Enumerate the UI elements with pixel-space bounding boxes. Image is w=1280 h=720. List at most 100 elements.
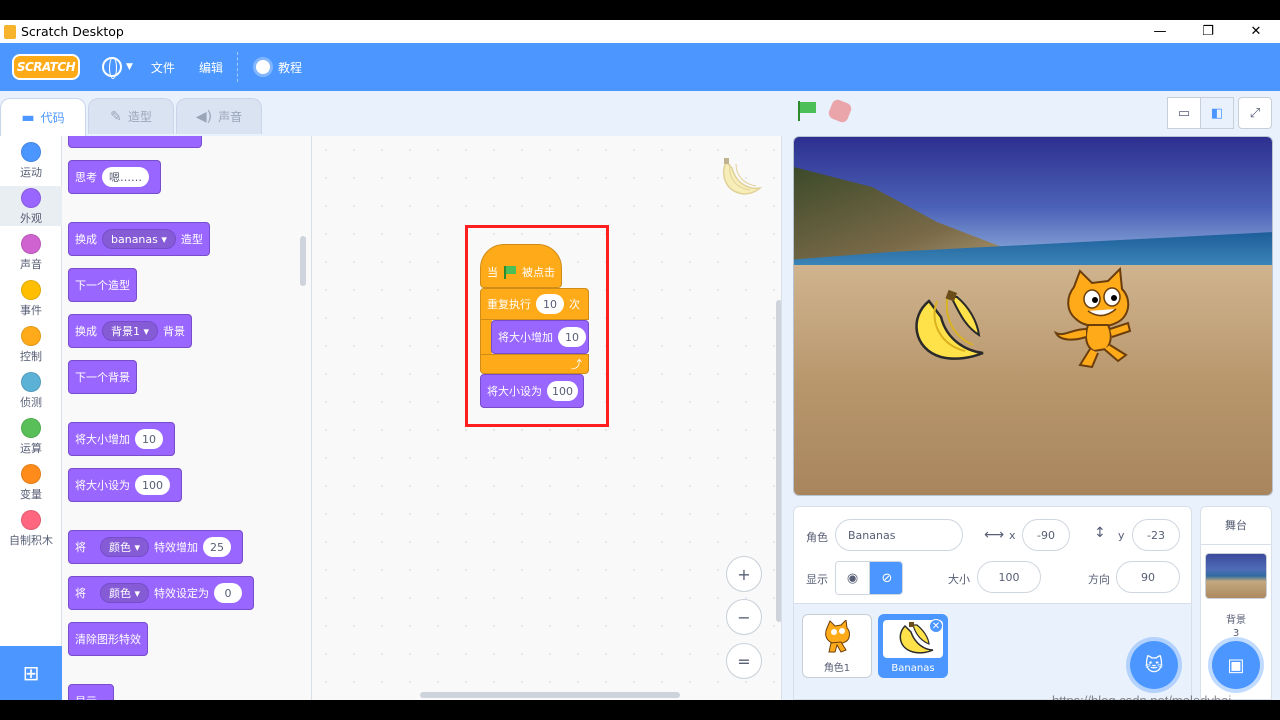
palette-block-next-backdrop[interactable]: 下一个背景 [68,360,137,394]
category-label: 侦测 [20,396,42,409]
zoom-in-button[interactable]: + [726,556,762,592]
banana-sprite[interactable] [907,287,987,367]
zoom-out-button[interactable]: − [726,599,762,635]
category-operators[interactable]: 运算 [0,418,62,456]
when-flag-clicked-block[interactable]: 当 被点击 [480,244,562,288]
palette-block-switch-costume[interactable]: 换成 bananas ▾ 造型 [68,222,210,256]
sprite-tile-bananas[interactable]: Bananas ✕ [878,614,948,678]
y-input[interactable]: -23 [1132,519,1180,551]
category-sensing[interactable]: 侦测 [0,372,62,410]
stage[interactable] [793,136,1273,496]
direction-input[interactable]: 90 [1116,561,1180,593]
set-effect-input[interactable]: 0 [214,583,243,603]
lightbulb-icon [255,60,270,74]
palette-scrollbar[interactable] [300,236,306,286]
green-flag-button[interactable] [796,100,818,122]
category-sound[interactable]: 声音 [0,234,62,272]
delete-sprite-button[interactable]: ✕ [929,619,943,633]
speaker-icon: ◀) [195,108,213,125]
tab-sounds[interactable]: ◀) 声音 [176,98,262,134]
show-sprite-button[interactable]: ◉ [836,562,870,594]
tutorials-label: 教程 [277,60,302,75]
fullscreen-button[interactable]: ⤢ [1238,97,1272,129]
backdrop-sand [794,265,1272,495]
repeat-block[interactable]: 重复执行 10 次 [480,288,589,320]
category-motion[interactable]: 运动 [0,142,62,180]
tab-costumes[interactable]: ✎ 造型 [88,98,174,134]
minimize-button[interactable]: — [1136,20,1184,43]
workspace-horizontal-scrollbar[interactable] [420,692,680,698]
normal-stage-button[interactable]: ◧ [1200,97,1234,129]
extension-icon: ⊞ [22,661,40,685]
tab-code[interactable]: ▬ 代码 [0,98,86,136]
palette-block-set-size[interactable]: 将大小设为 100 [68,468,182,502]
change-size-block[interactable]: 将大小增加 10 [491,320,589,354]
small-stage-button[interactable]: ▭ [1167,97,1201,129]
block-label: 将大小设为 [75,479,130,492]
hide-sprite-button[interactable]: ⊘ [870,562,902,594]
change-size-input[interactable]: 10 [558,327,586,347]
block-label: 思考 [75,171,97,184]
choose-backdrop-button[interactable]: ▣ [1212,641,1260,689]
file-menu[interactable]: 文件 [151,59,175,76]
sensing-category-icon [21,372,41,392]
change-size-input[interactable]: 10 [135,429,163,449]
block-label: 将大小增加 [75,433,130,446]
palette-block-switch-backdrop[interactable]: 换成 背景1 ▾ 背景 [68,314,193,348]
code-workspace[interactable]: 当 被点击 重复执行 10 次 将大小增加 10 ⤴ 将大小设为 100 + −… [312,136,782,700]
category-looks[interactable]: 外观 [0,186,62,226]
set-size-input[interactable]: 100 [547,381,578,401]
palette-block-say-partial[interactable] [68,136,202,148]
category-events[interactable]: 事件 [0,280,62,318]
operators-category-icon [21,418,41,438]
add-extension-button[interactable]: ⊞ [0,646,62,700]
palette-block-think[interactable]: 思考 嗯…… [68,160,161,194]
events-category-icon [21,280,41,300]
palette-block-show[interactable]: 显示 [68,684,114,700]
category-label: 运算 [20,442,42,455]
size-input[interactable]: 100 [977,561,1041,593]
set-size-block[interactable]: 将大小设为 100 [480,374,584,408]
palette-block-clear-effects[interactable]: 清除图形特效 [68,622,148,656]
zoom-out-icon: − [737,607,751,627]
backdrop-dropdown[interactable]: 背景1 ▾ [102,321,159,341]
language-menu[interactable]: ▼ [102,57,133,79]
show-label: 显示 [806,573,828,586]
cat-sprite[interactable] [1050,267,1146,377]
choose-sprite-button[interactable]: 🐱 [1130,641,1178,689]
cat-thumbnail [825,618,850,653]
think-input[interactable]: 嗯…… [102,167,149,187]
edit-menu[interactable]: 编辑 [199,59,223,76]
stage-controls [796,97,854,125]
close-button[interactable]: ✕ [1232,20,1280,43]
palette-block-set-effect[interactable]: 将 颜色 ▾ 特效设定为 0 [68,576,255,610]
stop-button[interactable] [826,97,854,125]
scratch-logo[interactable]: SCRATCH [12,54,80,80]
category-control[interactable]: 控制 [0,326,62,364]
palette-block-change-effect[interactable]: 将 颜色 ▾ 特效增加 25 [68,530,244,564]
effect-dropdown[interactable]: 颜色 ▾ [100,537,150,557]
category-variables[interactable]: 变量 [0,464,62,502]
zoom-reset-icon: = [737,651,751,671]
restore-button[interactable]: ❐ [1184,20,1232,43]
palette-block-change-size[interactable]: 将大小增加 10 [68,422,175,456]
category-my-blocks[interactable]: 自制积木 [0,510,62,548]
sprite-name-input[interactable]: Bananas [835,519,963,551]
sprite-tile-sprite1[interactable]: 角色1 [802,614,872,678]
change-effect-input[interactable]: 25 [203,537,232,557]
block-label: 下一个造型 [75,279,130,292]
y-label: y [1118,529,1125,542]
palette-block-next-costume[interactable]: 下一个造型 [68,268,137,302]
effect-dropdown-value: 颜色 [109,541,131,554]
stage-size-controls: ▭ ◧ ⤢ [1167,97,1272,129]
set-size-input[interactable]: 100 [135,475,170,495]
workspace-vertical-scrollbar[interactable] [776,300,781,622]
window-title: Scratch Desktop [21,24,124,39]
zoom-reset-button[interactable]: = [726,643,762,679]
repeat-count-input[interactable]: 10 [536,294,564,314]
tutorials-menu[interactable]: 教程 [255,59,302,76]
effect-dropdown[interactable]: 颜色 ▾ [100,583,150,603]
x-input[interactable]: -90 [1022,519,1070,551]
small-stage-icon: ▭ [1177,105,1191,121]
costume-dropdown[interactable]: bananas ▾ [102,229,176,249]
